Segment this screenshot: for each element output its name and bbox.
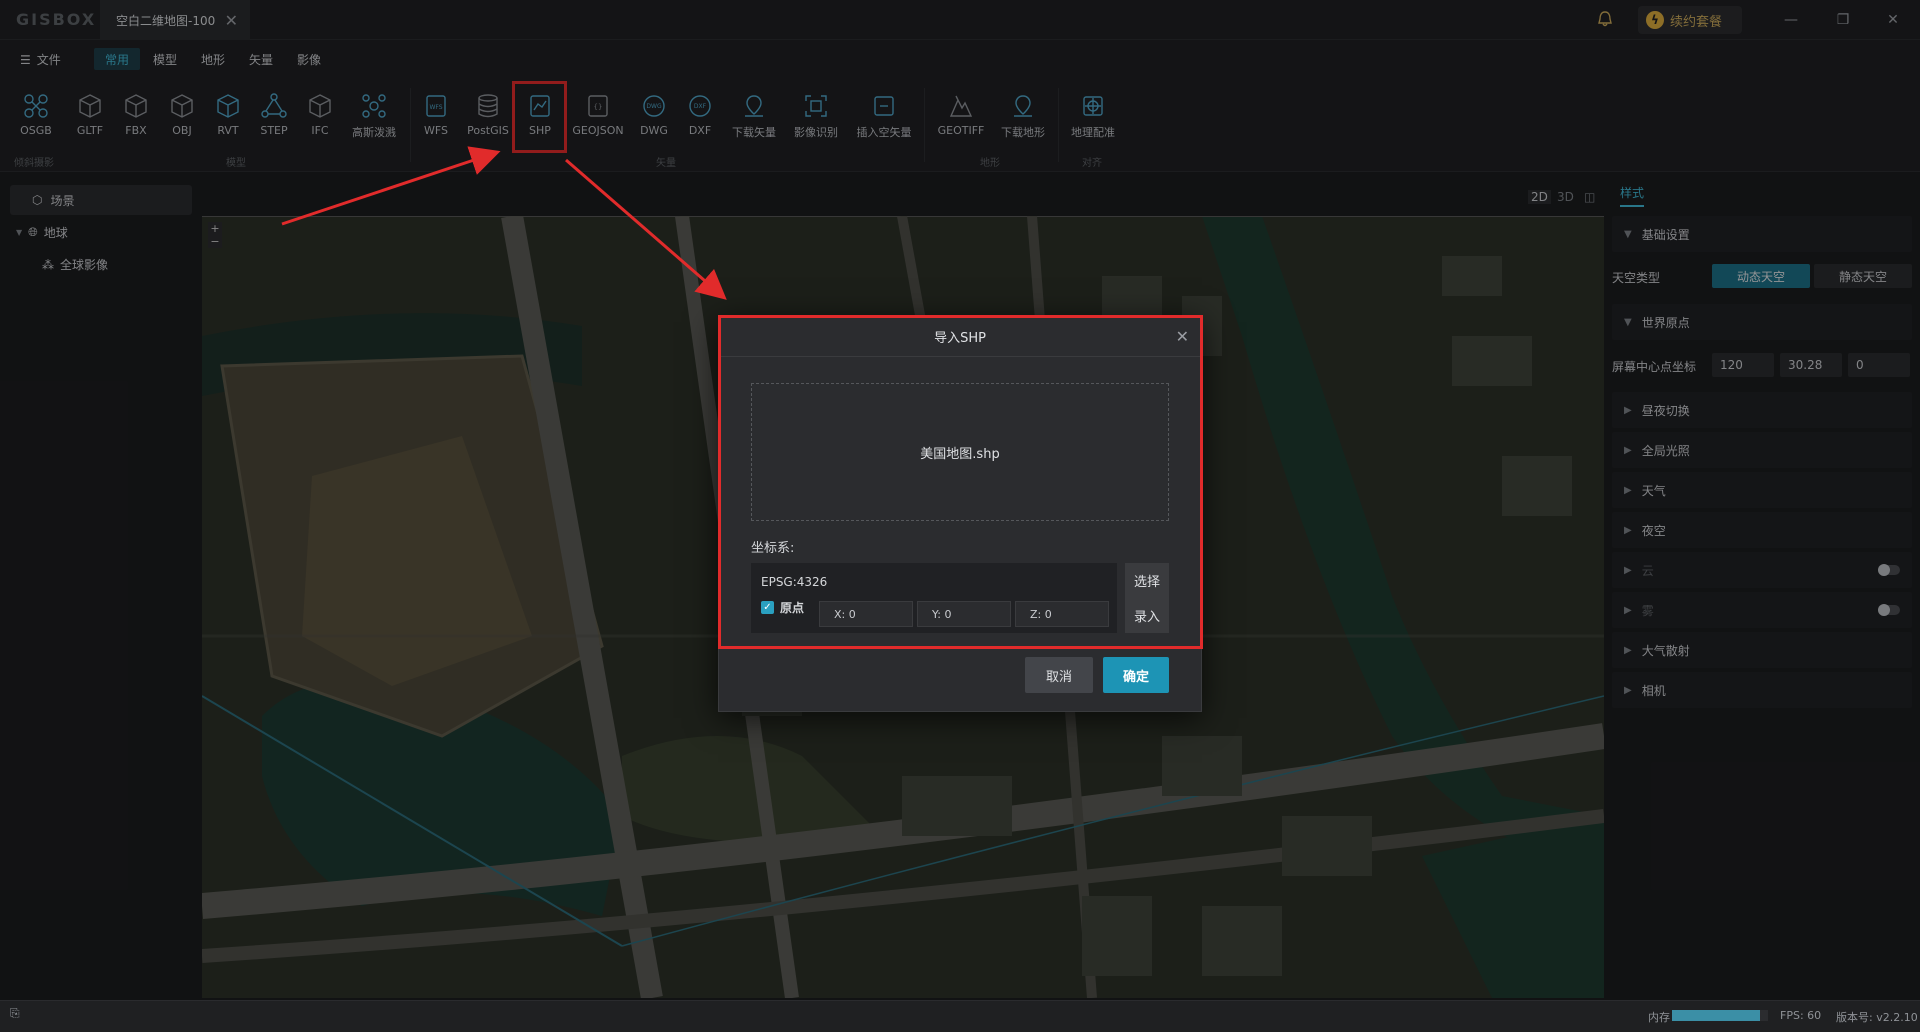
memory-bar-fill xyxy=(1672,1010,1761,1021)
annotation-arrows xyxy=(281,146,727,300)
memory-bar xyxy=(1672,1010,1768,1021)
version-label: 版本号: v2.2.10 xyxy=(1836,1011,1918,1024)
arrow-to-dialog xyxy=(565,158,727,300)
memory-label: 内存 xyxy=(1648,1011,1670,1024)
log-icon[interactable]: ⎘ xyxy=(10,1006,20,1021)
fps-readout: FPS: 60 xyxy=(1780,1009,1822,1022)
status-bar xyxy=(0,1000,1920,1032)
arrow-to-postgis xyxy=(281,146,501,226)
